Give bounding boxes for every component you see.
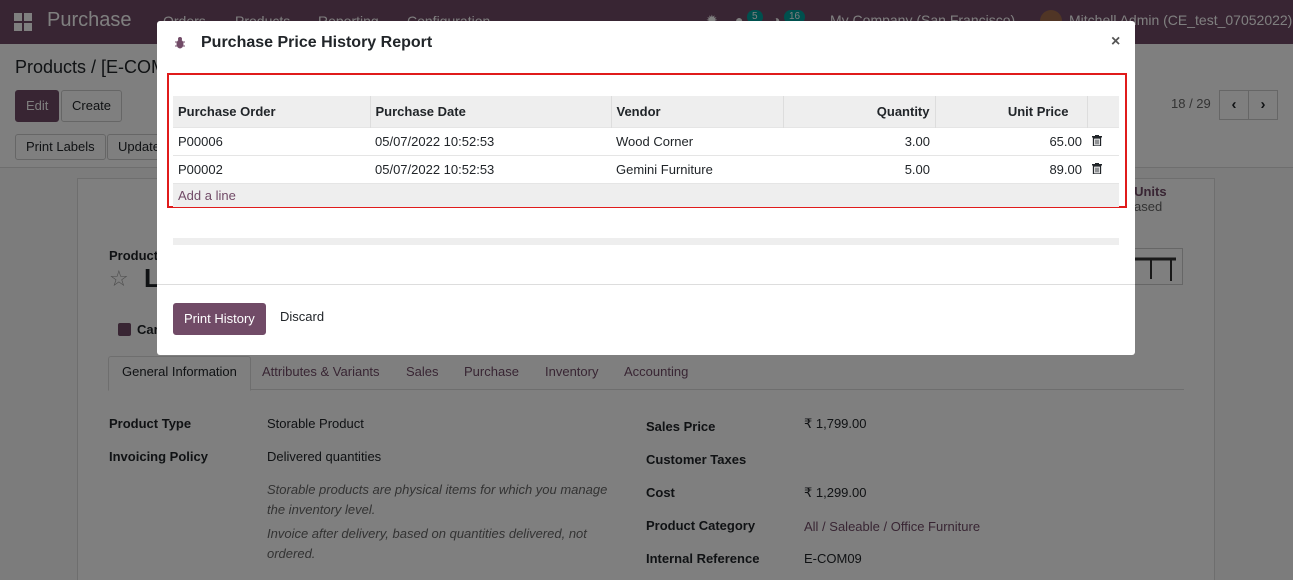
column-vendor[interactable]: Vendor — [611, 96, 784, 127]
column-purchase-date[interactable]: Purchase Date — [370, 96, 612, 127]
purchase-price-history-dialog: Purchase Price History Report × Purchase… — [157, 21, 1135, 355]
row-purchase-order[interactable]: P00006 — [173, 126, 370, 155]
row-purchase-date[interactable]: 05/07/2022 10:52:53 — [370, 154, 611, 183]
table-row[interactable]: P00006 05/07/2022 10:52:53 Wood Corner 3… — [173, 126, 1119, 155]
add-line-link[interactable]: Add a line — [173, 182, 1119, 207]
column-quantity[interactable]: Quantity — [783, 96, 936, 127]
delete-row-button[interactable] — [1087, 126, 1119, 155]
trash-icon — [1092, 134, 1102, 146]
delete-row-button[interactable] — [1087, 154, 1119, 183]
row-unit-price[interactable]: 89.00 — [935, 154, 1087, 183]
row-vendor[interactable]: Wood Corner — [611, 126, 783, 155]
column-purchase-order[interactable]: Purchase Order — [173, 96, 371, 127]
row-purchase-date[interactable]: 05/07/2022 10:52:53 — [370, 126, 611, 155]
column-unit-price[interactable]: Unit Price — [935, 96, 1088, 127]
row-quantity[interactable]: 3.00 — [783, 126, 935, 155]
discard-button[interactable]: Discard — [280, 309, 324, 324]
modal-footer: Print History Discard — [157, 284, 1135, 355]
modal-title: Purchase Price History Report — [201, 34, 433, 51]
bug-icon — [175, 37, 185, 49]
row-quantity[interactable]: 5.00 — [783, 154, 935, 183]
column-actions — [1087, 96, 1119, 127]
separator-bar — [173, 238, 1119, 245]
close-icon[interactable]: × — [1111, 33, 1120, 51]
row-purchase-order[interactable]: P00002 — [173, 154, 370, 183]
row-vendor[interactable]: Gemini Furniture — [611, 154, 783, 183]
trash-icon — [1092, 162, 1102, 174]
print-history-button[interactable]: Print History — [173, 303, 266, 335]
modal-header: Purchase Price History Report × — [157, 21, 1135, 65]
table-row[interactable]: P00002 05/07/2022 10:52:53 Gemini Furnit… — [173, 154, 1119, 183]
row-unit-price[interactable]: 65.00 — [935, 126, 1087, 155]
price-history-table: Purchase Order Purchase Date Vendor Quan… — [173, 96, 1119, 207]
